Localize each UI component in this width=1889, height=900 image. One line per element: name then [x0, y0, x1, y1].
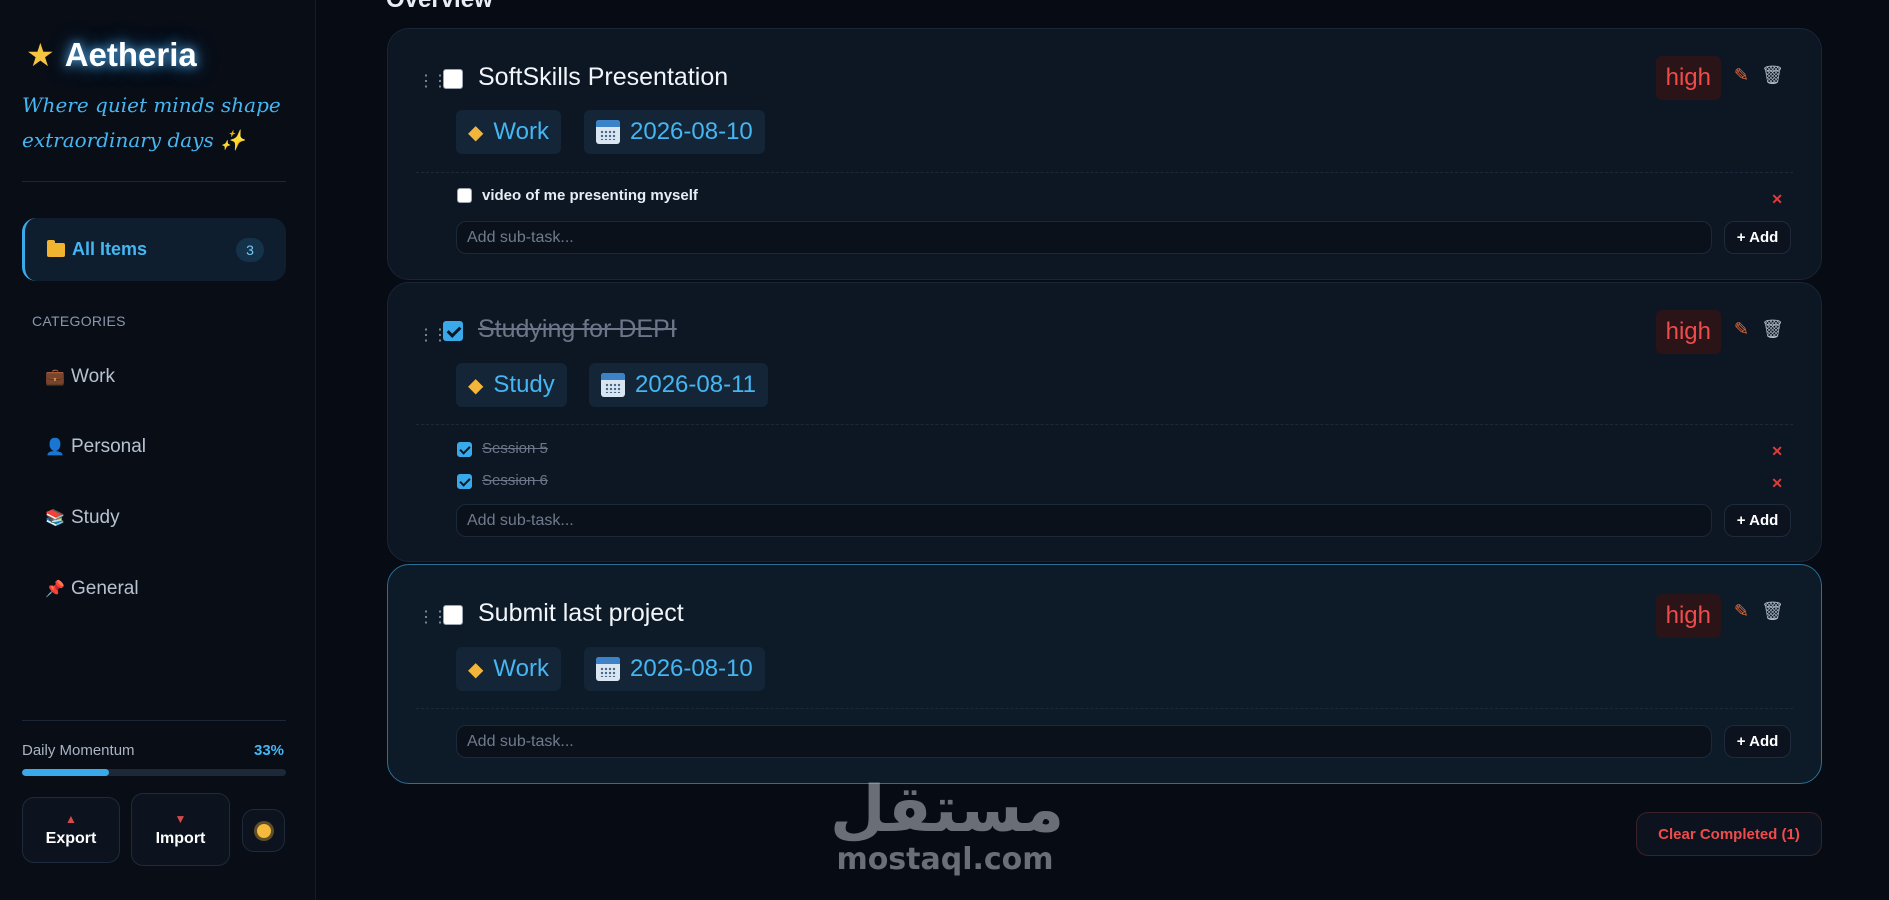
sidebar-item-all-items[interactable]: All Items 3 — [22, 218, 286, 281]
divider — [22, 181, 286, 182]
folder-icon — [47, 239, 65, 257]
sidebar-item-personal[interactable]: 👤 Personal — [45, 432, 146, 462]
subtask-input[interactable] — [456, 504, 1712, 537]
count-badge: 3 — [236, 238, 264, 262]
sidebar-item-label: All Items — [72, 239, 148, 259]
theme-toggle-button[interactable] — [242, 809, 285, 852]
drag-handle-icon[interactable]: ⋮⋮ — [418, 71, 448, 91]
edit-pencil-icon[interactable]: ✎ — [1734, 65, 1749, 86]
momentum-progress-bar — [22, 769, 286, 776]
calendar-icon — [601, 373, 625, 397]
due-date-label: 2026-08-10 — [630, 655, 753, 682]
add-subtask-button[interactable]: + Add — [1724, 504, 1791, 537]
remove-subtask-icon[interactable]: ✕ — [1771, 443, 1783, 460]
divider — [22, 720, 286, 721]
sidebar-item-work[interactable]: 💼 Work — [45, 362, 115, 392]
add-subtask-button[interactable]: + Add — [1724, 725, 1791, 758]
task-card: ⋮⋮ Studying for DEPI high ✎ 🗑 ◆ Study 20… — [387, 282, 1822, 562]
brand: ★ Aetheria — [26, 36, 197, 74]
tag-icon: ◆ — [468, 658, 484, 681]
due-date-tag: 2026-08-10 — [584, 110, 765, 154]
import-label: Import — [155, 829, 206, 847]
trash-icon[interactable]: 🗑 — [1761, 65, 1784, 86]
subtask-checkbox[interactable] — [457, 474, 472, 489]
remove-subtask-icon[interactable]: ✕ — [1771, 191, 1783, 208]
export-label: Export — [45, 830, 97, 847]
task-card: ⋮⋮ SoftSkills Presentation high ✎ 🗑 ◆ Wo… — [387, 28, 1822, 280]
trash-icon[interactable]: 🗑 — [1761, 319, 1784, 340]
sidebar: ★ Aetheria Where quiet minds shape extra… — [0, 0, 316, 900]
task-card: ⋮⋮ Submit last project high ✎ 🗑 ◆ Work 2… — [387, 564, 1822, 784]
priority-badge: high — [1655, 594, 1721, 638]
subtask-text: video of me presenting myself — [482, 187, 698, 204]
category-label: Work — [493, 655, 549, 682]
tag-icon: ◆ — [468, 374, 484, 397]
sidebar-item-general[interactable]: 📌 General — [45, 574, 139, 604]
edit-pencil-icon[interactable]: ✎ — [1734, 601, 1749, 622]
clear-completed-button[interactable]: Clear Completed (1) — [1636, 812, 1822, 856]
task-title: Studying for DEPI — [478, 315, 677, 343]
subtask-text: Session 5 — [482, 440, 548, 457]
due-date-label: 2026-08-11 — [635, 371, 756, 398]
page-title: Overview — [386, 0, 493, 14]
tagline: Where quiet minds shape extraordinary da… — [22, 93, 281, 152]
momentum-label: Daily Momentum — [22, 742, 135, 759]
import-button[interactable]: ▼ Import — [131, 793, 230, 866]
task-checkbox[interactable] — [443, 69, 463, 89]
calendar-icon — [596, 657, 620, 681]
drag-handle-icon[interactable]: ⋮⋮ — [418, 607, 448, 627]
due-date-tag: 2026-08-11 — [589, 363, 768, 407]
subtask-checkbox[interactable] — [457, 442, 472, 457]
export-button[interactable]: ▲ Export — [22, 797, 120, 863]
books-icon: 📚 — [45, 510, 65, 527]
watermark-logo: مستقل mostaql.com — [830, 770, 1065, 877]
categories-heading: CATEGORIES — [32, 313, 126, 329]
task-title: Submit last project — [478, 599, 684, 627]
divider — [416, 708, 1793, 709]
pin-icon: 📌 — [45, 581, 65, 598]
trash-icon[interactable]: 🗑 — [1761, 601, 1784, 622]
category-label: Work — [493, 118, 549, 145]
momentum-progress-fill — [22, 769, 110, 776]
app-name: Aetheria — [64, 36, 197, 73]
inbox-icon: ▼ — [174, 811, 187, 826]
outbox-icon: ▲ — [65, 812, 77, 826]
task-checkbox[interactable] — [443, 605, 463, 625]
category-label: Study — [493, 371, 555, 398]
divider — [416, 172, 1793, 173]
sidebar-item-study[interactable]: 📚 Study — [45, 503, 120, 533]
subtask-input[interactable] — [456, 725, 1712, 758]
person-icon: 👤 — [45, 439, 65, 456]
edit-pencil-icon[interactable]: ✎ — [1734, 319, 1749, 340]
category-tag: ◆ Work — [456, 647, 561, 691]
priority-badge: high — [1655, 310, 1721, 354]
briefcase-icon: 💼 — [45, 369, 65, 386]
due-date-label: 2026-08-10 — [630, 118, 753, 145]
watermark-latin: mostaql.com — [836, 842, 1054, 877]
momentum-percent: 33% — [254, 742, 285, 759]
sun-icon — [256, 823, 271, 838]
subtask-checkbox[interactable] — [457, 188, 472, 203]
divider — [416, 424, 1793, 425]
task-checkbox[interactable] — [443, 321, 463, 341]
sidebar-item-label: General — [71, 578, 139, 599]
add-subtask-button[interactable]: + Add — [1724, 221, 1791, 254]
priority-badge: high — [1655, 56, 1721, 100]
task-title: SoftSkills Presentation — [478, 63, 729, 91]
drag-handle-icon[interactable]: ⋮⋮ — [418, 325, 448, 345]
subtask-input[interactable] — [456, 221, 1712, 254]
calendar-icon — [596, 120, 620, 144]
category-tag: ◆ Work — [456, 110, 561, 154]
tag-icon: ◆ — [468, 121, 484, 144]
sidebar-item-label: Work — [71, 366, 115, 387]
category-tag: ◆ Study — [456, 363, 567, 407]
sidebar-item-label: Personal — [71, 436, 146, 457]
due-date-tag: 2026-08-10 — [584, 647, 765, 691]
sidebar-item-label: Study — [71, 507, 120, 528]
star-icon: ★ — [26, 37, 55, 73]
watermark-arabic: مستقل — [830, 773, 1065, 847]
remove-subtask-icon[interactable]: ✕ — [1771, 475, 1783, 492]
subtask-text: Session 6 — [482, 472, 548, 489]
